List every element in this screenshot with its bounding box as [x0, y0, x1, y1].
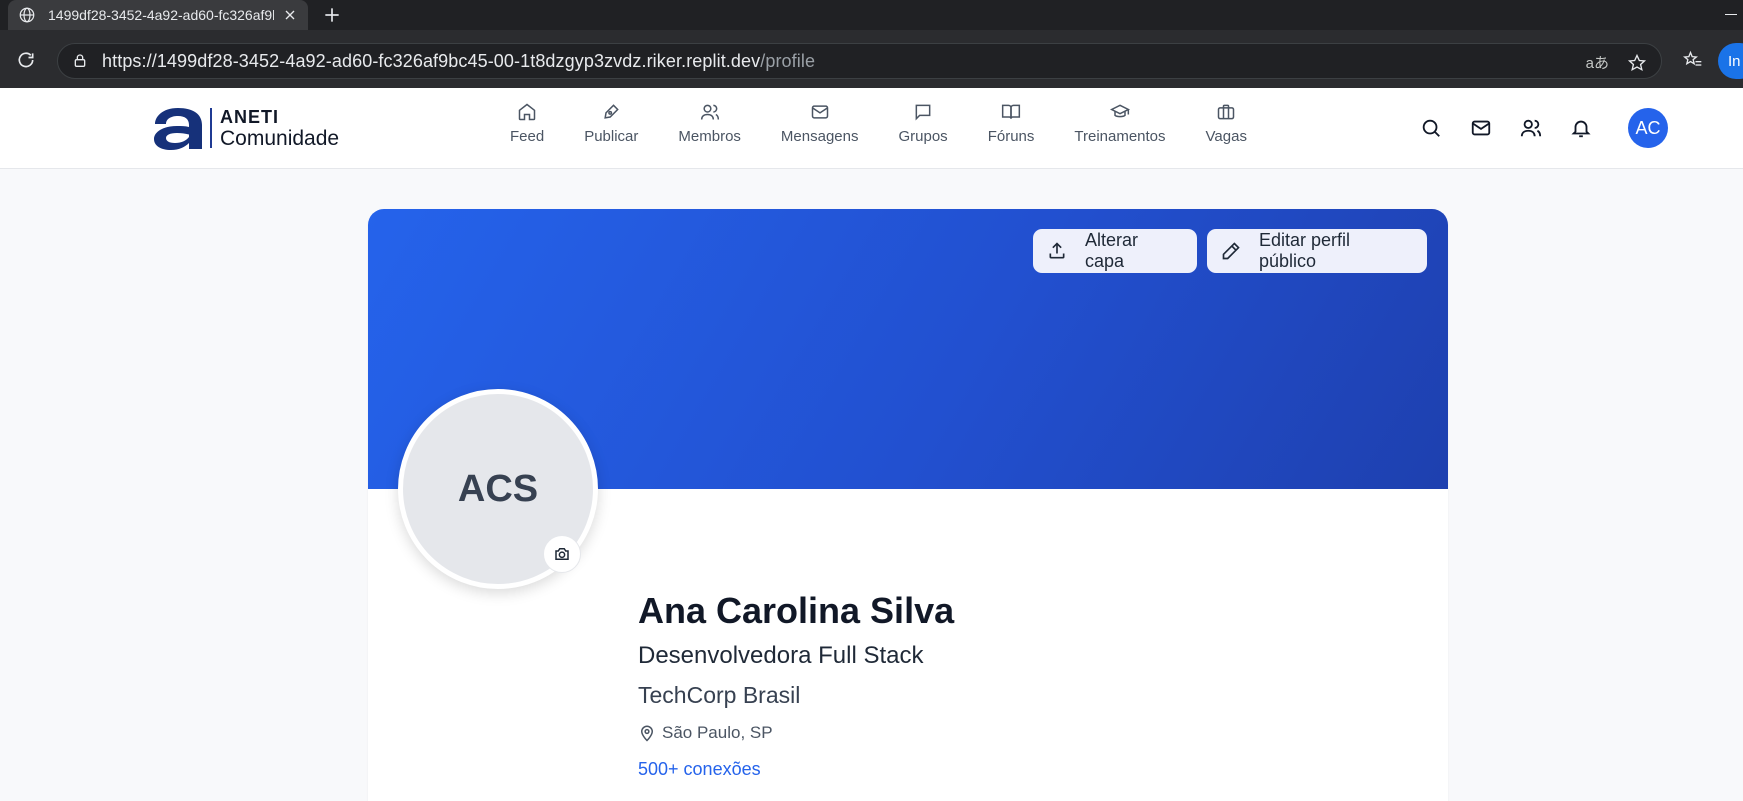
graduation-cap-icon — [1109, 104, 1130, 118]
logo-divider — [210, 108, 212, 148]
site-header: ANETI Comunidade Feed Publicar Membros M… — [0, 88, 1743, 169]
nav-item-feed[interactable]: Feed — [490, 102, 564, 145]
profile-name: Ana Carolina Silva — [638, 590, 955, 631]
edit-public-profile-button[interactable]: Editar perfil público — [1207, 229, 1427, 273]
chat-icon — [915, 104, 931, 121]
change-cover-button[interactable]: Alterar capa — [1033, 229, 1197, 273]
logo-title: ANETI — [220, 106, 279, 127]
camera-icon — [555, 548, 569, 560]
browser-tab-strip: 1499df28-3452-4a92-ad60-fc326af9bc45-00-… — [0, 0, 1743, 30]
main-nav: Feed Publicar Membros Mensagens Grupos F… — [490, 102, 1267, 145]
nav-label: Treinamentos — [1074, 128, 1166, 145]
profile-company: TechCorp Brasil — [638, 682, 801, 708]
book-icon — [1001, 104, 1021, 119]
upload-icon — [1049, 242, 1065, 259]
user-avatar[interactable]: AC — [1628, 108, 1668, 148]
minimize-icon[interactable] — [1725, 14, 1737, 15]
browser-toolbar: https://1499df28-3452-4a92-ad60-fc326af9… — [0, 30, 1743, 88]
nav-item-mensagens[interactable]: Mensagens — [761, 102, 879, 145]
home-icon — [518, 103, 536, 121]
new-tab-icon[interactable] — [322, 5, 342, 25]
url-path: /profile — [760, 50, 816, 71]
nav-label: Mensagens — [780, 128, 859, 145]
nav-label: Grupos — [898, 128, 948, 145]
address-bar[interactable]: https://1499df28-3452-4a92-ad60-fc326af9… — [57, 43, 1662, 79]
globe-icon — [19, 7, 35, 23]
users-icon[interactable] — [1520, 117, 1542, 139]
change-cover-label: Alterar capa — [1084, 230, 1138, 271]
browser-tab[interactable]: 1499df28-3452-4a92-ad60-fc326af9bc45-00-… — [8, 0, 308, 30]
map-pin-icon — [640, 725, 654, 742]
aneti-logo[interactable]: ANETI Comunidade — [152, 106, 339, 150]
pencil-icon — [1222, 242, 1240, 260]
profile-info: Ana Carolina Silva Desenvolvedora Full S… — [638, 590, 954, 780]
nav-item-grupos[interactable]: Grupos — [878, 102, 967, 145]
logo-subtitle: Comunidade — [220, 126, 340, 150]
search-icon[interactable] — [1420, 117, 1442, 139]
location-text: São Paulo, SP — [662, 723, 773, 742]
nav-label: Feed — [510, 128, 545, 145]
star-icon[interactable] — [1627, 53, 1647, 73]
header-actions: AC — [1420, 108, 1668, 148]
url-text: https://1499df28-3452-4a92-ad60-fc326af9… — [102, 51, 815, 72]
mail-icon[interactable] — [1470, 117, 1492, 139]
nav-item-publicar[interactable]: Publicar — [564, 102, 658, 145]
browser-profile-button[interactable]: In — [1718, 43, 1743, 79]
pen-icon — [604, 104, 620, 119]
nav-label: Vagas — [1205, 128, 1247, 145]
profile-headline: Desenvolvedora Full Stack — [638, 642, 924, 669]
url-host: https://1499df28-3452-4a92-ad60-fc326af9… — [102, 50, 761, 71]
edit-public-profile-label: Editar perfil público — [1258, 230, 1351, 271]
mail-icon — [811, 105, 828, 119]
translate-icon[interactable]: aあ — [1586, 52, 1609, 73]
site-info-icon[interactable] — [72, 53, 88, 69]
nav-item-foruns[interactable]: Fóruns — [968, 102, 1055, 145]
reload-icon[interactable] — [16, 50, 36, 70]
nav-label: Membros — [678, 128, 741, 145]
nav-label: Publicar — [584, 128, 639, 145]
briefcase-icon — [1217, 104, 1235, 120]
connections-link[interactable]: 500+ conexões — [638, 759, 954, 780]
nav-label: Fóruns — [987, 128, 1035, 145]
profile-location: São Paulo, SP — [638, 723, 954, 743]
nav-item-membros[interactable]: Membros — [658, 102, 761, 145]
logo-mark-icon — [154, 108, 202, 150]
nav-item-treinamentos[interactable]: Treinamentos — [1054, 102, 1185, 145]
close-icon[interactable] — [282, 7, 298, 23]
nav-item-vagas[interactable]: Vagas — [1186, 102, 1267, 145]
change-photo-button[interactable] — [543, 535, 581, 573]
users-icon — [700, 104, 719, 120]
favorites-icon[interactable] — [1682, 50, 1704, 70]
bell-icon[interactable] — [1570, 117, 1592, 139]
tab-title: 1499df28-3452-4a92-ad60-fc326af9bc45-00-… — [48, 7, 274, 23]
